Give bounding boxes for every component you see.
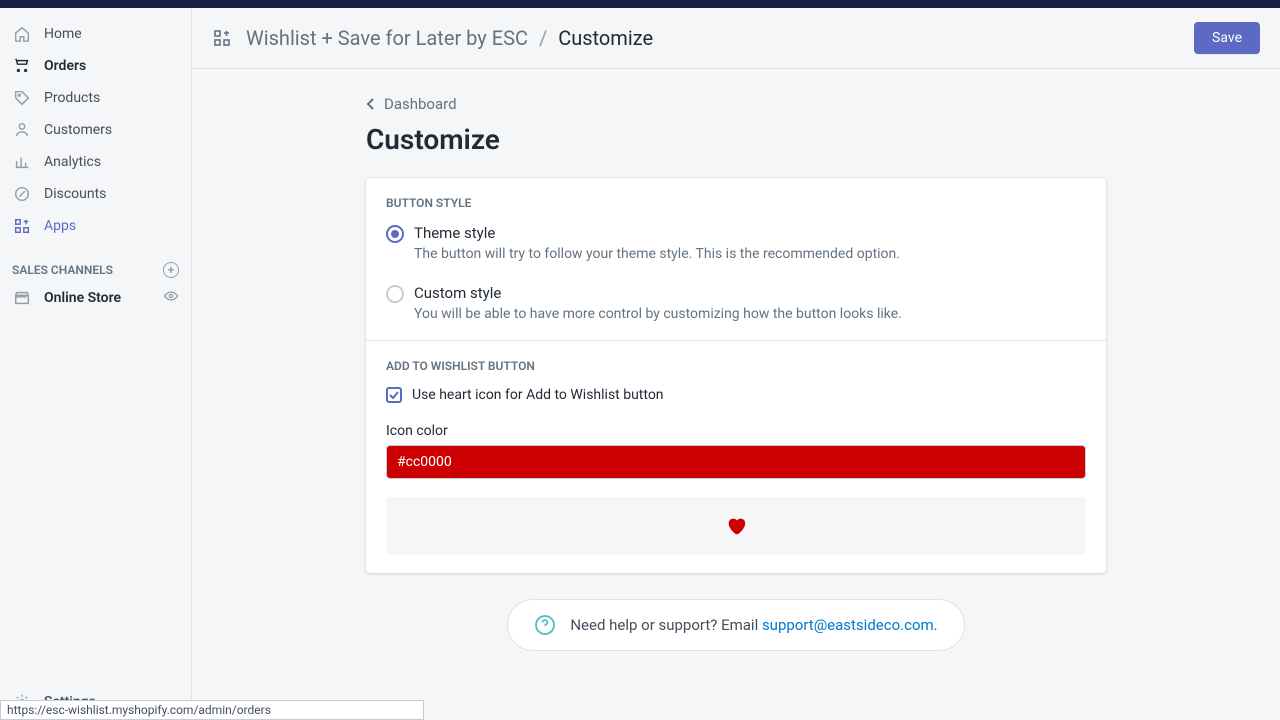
help-icon [534,614,556,636]
view-store-icon[interactable] [163,288,179,308]
sidebar-item-discounts[interactable]: Discounts [0,178,191,210]
breadcrumb-app[interactable]: Wishlist + Save for Later by ESC [246,26,528,50]
sidebar-item-customers[interactable]: Customers [0,114,191,146]
help-suffix: . [934,616,938,634]
sidebar: Home Orders Products Customers Analytics… [0,8,192,720]
radio-theme-style[interactable]: Theme style The button will try to follo… [386,224,1086,262]
help-text: Need help or support? Email support@east… [570,616,937,634]
button-style-section: BUTTON STYLE Theme style The button will… [366,178,1106,340]
channel-online-store[interactable]: Online Store [0,282,191,314]
nav-label: Orders [44,58,86,74]
page-header: Wishlist + Save for Later by ESC / Custo… [192,8,1280,69]
breadcrumb: Wishlist + Save for Later by ESC / Custo… [246,26,653,50]
analytics-icon [12,152,32,172]
add-channel-icon[interactable]: + [163,262,179,278]
nav-label: Apps [44,218,76,234]
breadcrumb-current: Customize [558,26,653,50]
products-icon [12,88,32,108]
nav-label: Analytics [44,154,101,170]
radio-label: Theme style [414,224,900,242]
section-header-label: SALES CHANNELS [12,263,113,277]
apps-icon [12,216,32,236]
radio-indicator [386,285,404,303]
radio-label: Custom style [414,284,902,302]
main-content: Wishlist + Save for Later by ESC / Custo… [192,8,1280,720]
checkbox-indicator [386,387,402,403]
section-title: ADD TO WISHLIST BUTTON [386,359,1086,373]
main-nav: Home Orders Products Customers Analytics… [0,8,191,252]
nav-label: Products [44,90,100,106]
browser-status-bar: https://esc-wishlist.myshopify.com/admin… [0,700,424,720]
icon-color-input[interactable] [386,445,1086,479]
save-button[interactable]: Save [1194,22,1260,54]
store-icon [12,288,32,308]
breadcrumb-separator: / [539,26,547,50]
chevron-left-icon [366,97,376,111]
apps-icon [212,28,232,48]
heart-icon [725,515,747,537]
help-callout: Need help or support? Email support@east… [507,599,964,651]
help-prefix: Need help or support? Email [570,616,762,634]
discounts-icon [12,184,32,204]
radio-description: You will be able to have more control by… [414,306,902,322]
section-title: BUTTON STYLE [386,196,1086,210]
wishlist-button-section: ADD TO WISHLIST BUTTON Use heart icon fo… [366,340,1106,573]
customize-card: BUTTON STYLE Theme style The button will… [366,178,1106,573]
icon-color-label: Icon color [386,423,1086,439]
back-label: Dashboard [384,95,457,113]
nav-label: Discounts [44,186,106,202]
customers-icon [12,120,32,140]
nav-label: Customers [44,122,112,138]
help-email-link[interactable]: support@eastsideco.com [762,616,934,634]
checkbox-label: Use heart icon for Add to Wishlist butto… [412,387,664,403]
channel-label: Online Store [44,290,121,306]
radio-description: The button will try to follow your theme… [414,246,900,262]
radio-custom-style[interactable]: Custom style You will be able to have mo… [386,284,1086,322]
sidebar-item-home[interactable]: Home [0,18,191,50]
orders-icon [12,56,32,76]
sidebar-item-apps[interactable]: Apps [0,210,191,242]
home-icon [12,24,32,44]
radio-indicator [386,225,404,243]
sidebar-item-orders[interactable]: Orders [0,50,191,82]
heart-icon-checkbox[interactable]: Use heart icon for Add to Wishlist butto… [386,387,1086,403]
nav-label: Home [44,26,82,42]
sidebar-item-analytics[interactable]: Analytics [0,146,191,178]
sidebar-item-products[interactable]: Products [0,82,191,114]
heart-preview [386,497,1086,555]
back-to-dashboard[interactable]: Dashboard [366,95,1106,113]
sales-channels-header: SALES CHANNELS + [0,252,191,282]
top-bar [0,0,1280,8]
page-title: Customize [366,123,1106,156]
